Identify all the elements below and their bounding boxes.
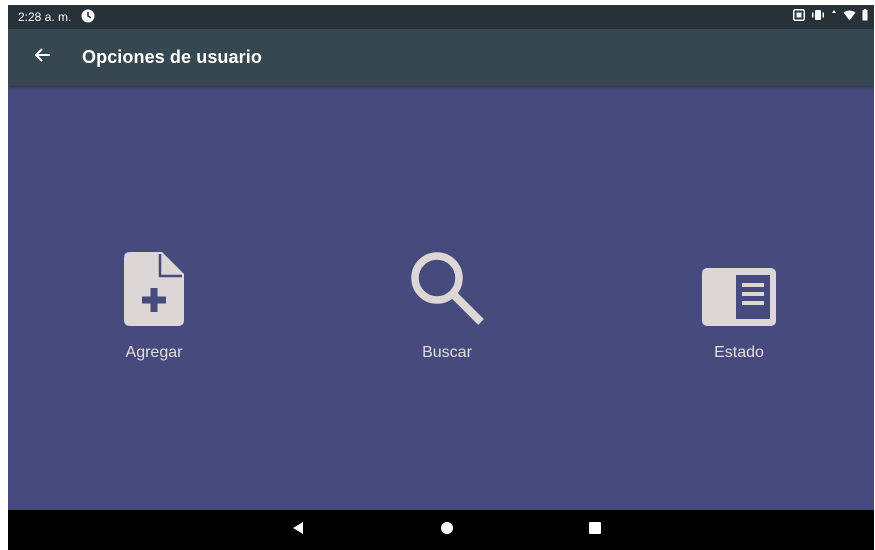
data-activity-icon — [831, 8, 837, 26]
status-option-button[interactable]: Estado — [669, 242, 809, 362]
add-option-label: Agregar — [125, 344, 183, 361]
page-title: Opciones de usuario — [82, 47, 262, 67]
wifi-icon — [843, 8, 856, 26]
arrow-back-icon — [33, 46, 51, 69]
add-option-button[interactable]: Agregar — [84, 242, 224, 362]
device-screen: 2:28 a. m. Opciones de usuario Agregar B… — [8, 5, 874, 550]
screenshot-icon — [793, 8, 805, 26]
app-bar: Opciones de usuario — [8, 29, 874, 86]
status-option-label: Estado — [714, 344, 764, 361]
battery-icon — [862, 8, 868, 26]
status-bar: 2:28 a. m. — [8, 5, 874, 29]
search-icon — [409, 242, 485, 326]
nav-recents-button[interactable] — [575, 510, 615, 550]
square-recents-icon — [588, 521, 602, 540]
nav-home-button[interactable] — [427, 510, 467, 550]
clock-icon — [81, 9, 95, 26]
add-document-icon — [124, 242, 184, 326]
options-area: Agregar Buscar Estado — [8, 86, 874, 510]
list-panel-icon — [702, 242, 776, 326]
back-button[interactable] — [28, 44, 56, 72]
search-option-label: Buscar — [422, 344, 472, 361]
nav-back-button[interactable] — [278, 510, 318, 550]
status-time: 2:28 a. m. — [18, 10, 72, 24]
circle-home-icon — [440, 521, 454, 540]
vibrate-icon — [811, 8, 825, 26]
navigation-bar — [8, 510, 874, 550]
triangle-back-icon — [291, 521, 305, 540]
search-option-button[interactable]: Buscar — [377, 242, 517, 362]
